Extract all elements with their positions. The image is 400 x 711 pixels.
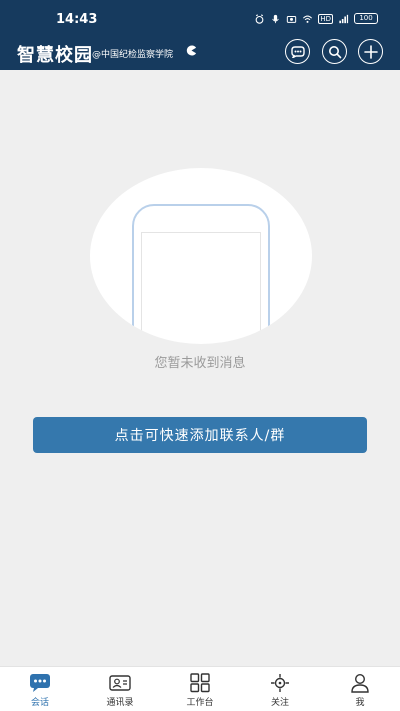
tab-workbench[interactable]: 工作台 xyxy=(170,667,230,711)
tab-label: 工作台 xyxy=(186,698,214,708)
microphone-icon xyxy=(272,14,280,23)
school-subtitle: @中国纪检监察学院 xyxy=(92,50,174,60)
add-button[interactable] xyxy=(358,39,383,64)
title-row: 智慧校园 @中国纪检监察学院 xyxy=(0,36,400,70)
pie-status-icon xyxy=(186,45,197,56)
tab-contacts[interactable]: 通讯录 xyxy=(90,667,150,711)
status-icons: HD 100 xyxy=(254,13,378,24)
top-app-bar: 14:43 HD 100 智慧校园 @中国纪检监察学院 xyxy=(0,0,400,70)
tab-follow[interactable]: 关注 xyxy=(250,667,310,711)
plus-icon xyxy=(363,44,378,59)
empty-illustration xyxy=(90,168,312,344)
tab-label: 我 xyxy=(355,698,365,708)
contacts-card-icon xyxy=(109,675,131,691)
search-button[interactable] xyxy=(322,39,347,64)
battery-indicator: 100 xyxy=(354,13,378,24)
tab-conversations[interactable]: 会话 xyxy=(10,667,70,711)
status-bar: 14:43 HD 100 xyxy=(0,0,400,36)
phone-illustration-icon xyxy=(132,204,270,344)
chat-icon xyxy=(30,674,50,692)
hd-badge: HD xyxy=(318,13,333,24)
tab-me[interactable]: 我 xyxy=(330,667,390,711)
tab-label: 通讯录 xyxy=(106,698,134,708)
chat-bubble-button[interactable] xyxy=(285,39,310,64)
chat-bubble-icon xyxy=(290,45,305,58)
add-contact-group-button[interactable]: 点击可快速添加联系人/群 xyxy=(33,417,367,453)
bottom-tab-bar: 会话 通讯录 工作台 关注 我 xyxy=(0,666,400,711)
grid-icon xyxy=(190,673,210,693)
app-title: 智慧校园 xyxy=(17,45,93,66)
person-icon xyxy=(351,673,369,693)
alarm-icon xyxy=(255,13,264,24)
tab-label: 会话 xyxy=(30,698,49,708)
search-icon xyxy=(328,45,341,58)
wifi-icon xyxy=(303,15,313,23)
camera-icon xyxy=(287,15,297,23)
phone-screen xyxy=(141,232,261,344)
target-icon xyxy=(271,674,289,692)
empty-message: 您暂未收到消息 xyxy=(154,356,246,371)
status-time: 14:43 xyxy=(56,12,98,27)
signal-icon xyxy=(339,14,349,23)
tab-label: 关注 xyxy=(270,698,289,708)
